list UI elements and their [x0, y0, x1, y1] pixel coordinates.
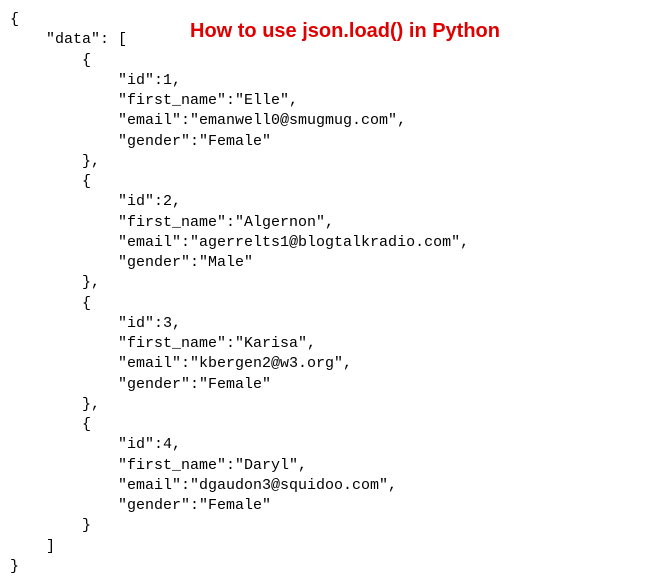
page-title: How to use json.load() in Python	[190, 18, 500, 45]
json-code-block: { "data": [ { "id":1, "first_name":"Elle…	[10, 10, 651, 577]
